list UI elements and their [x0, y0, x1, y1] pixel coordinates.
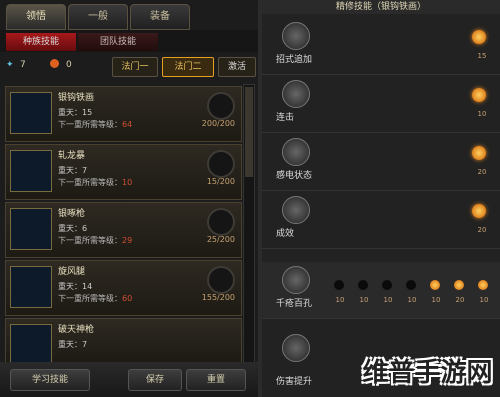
refine-label: 感电状态: [276, 171, 313, 181]
gem-count: 7: [20, 60, 26, 70]
refine-icon: [282, 138, 310, 166]
skill-requirement: 下一重所需等级：29: [58, 236, 133, 245]
skill-row[interactable]: 银啄枪 重天：6 下一重所需等级：29 25/200: [5, 202, 242, 258]
skill-icon: [10, 92, 52, 134]
skill-icon: [10, 150, 52, 192]
skill-level: 重天：14: [58, 282, 93, 291]
learn-skill-button[interactable]: 学习技能: [10, 369, 90, 391]
dot-value: 10: [359, 296, 369, 304]
refine-label: 招式追加: [276, 55, 313, 65]
sun-icon: [472, 88, 486, 102]
skill-row[interactable]: 破天神枪 重天：7: [5, 318, 242, 366]
skill-points: 155/200: [201, 293, 235, 302]
scrollbar[interactable]: [243, 84, 255, 366]
skill-icon: [10, 266, 52, 308]
dot-value: 10: [431, 296, 441, 304]
skill-points: 15/200: [206, 177, 235, 186]
skill-name: 银钩铁画: [58, 93, 95, 103]
sun-icon: [472, 204, 486, 218]
skill-points: 200/200: [201, 119, 235, 128]
dot-value: 10: [479, 296, 489, 304]
upgrade-button[interactable]: [207, 266, 235, 294]
dot-value: 10: [407, 296, 417, 304]
subtab-bar: 种族技能 团队技能: [0, 30, 258, 52]
sun-icon: [472, 146, 486, 160]
subtab-team-skills[interactable]: 团队技能: [78, 33, 158, 51]
sun-icon: [478, 280, 488, 290]
dot-icon: [406, 280, 416, 290]
refine-icon: [282, 22, 310, 50]
refine-icon: [282, 80, 310, 108]
refine-value: 20: [477, 168, 487, 176]
upgrade-button[interactable]: [207, 150, 235, 178]
refine-title: 精修技能（银钩铁画）: [262, 0, 500, 14]
skill-level: 重天：6: [58, 224, 88, 233]
reset-button[interactable]: 重置: [186, 369, 246, 391]
refine-label: 成效: [276, 229, 295, 239]
skill-icon: [10, 208, 52, 250]
sun-icon: [454, 280, 464, 290]
mode-two-button[interactable]: 法门二: [162, 57, 214, 77]
skill-row[interactable]: 旋风腿 重天：14 下一重所需等级：60 155/200: [5, 260, 242, 316]
skill-level: 重天：15: [58, 108, 93, 117]
watermark-logo: 维普手游网: [362, 358, 493, 388]
skill-icon: [10, 324, 52, 366]
dot-value: 20: [455, 296, 465, 304]
sun-icon: [472, 30, 486, 44]
refine-value: 20: [477, 226, 487, 234]
refine-icon: [282, 196, 310, 224]
refine-label: 千疮百孔: [276, 299, 313, 309]
gem-icon: ✦: [6, 60, 14, 70]
activate-button[interactable]: 激活: [218, 57, 256, 77]
stat-row: ✦ 7 0 法门一 法门二 激活: [0, 54, 258, 78]
mode-one-button[interactable]: 法门一: [112, 57, 158, 77]
refine-label: 伤害提升: [276, 377, 313, 387]
skill-name: 轧龙暴: [58, 151, 86, 161]
skill-panel: 领悟 一般 装备 种族技能 团队技能 ✦ 7 0 法门一 法门二 激活 银钩铁画…: [0, 0, 258, 397]
skill-requirement: 下一重所需等级：10: [58, 178, 133, 187]
tab-general[interactable]: 一般: [68, 4, 128, 30]
bottom-bar: 学习技能 保存 重置: [0, 362, 258, 397]
skill-level: 重天：7: [58, 340, 88, 349]
dot-icon: [382, 280, 392, 290]
refine-label: 连击: [276, 113, 295, 123]
refine-value: 15: [477, 52, 487, 60]
dot-icon: [358, 280, 368, 290]
skill-requirement: 下一重所需等级：60: [58, 294, 133, 303]
sun-icon: [430, 280, 440, 290]
tab-equipment[interactable]: 装备: [130, 4, 190, 30]
skill-points: 25/200: [206, 235, 235, 244]
dot-value: 10: [383, 296, 393, 304]
skill-name: 银啄枪: [58, 209, 86, 219]
refine-row[interactable]: 连击 10: [262, 76, 500, 133]
dot-icon: [334, 280, 344, 290]
refine-value: 10: [477, 110, 487, 118]
scroll-thumb[interactable]: [245, 87, 253, 177]
refine-row[interactable]: 千疮百孔 10 10 10 10 10 20 10: [262, 262, 500, 319]
coin-icon: [50, 59, 59, 68]
upgrade-button[interactable]: [207, 208, 235, 236]
refine-row[interactable]: 成效 20: [262, 192, 500, 249]
dot-value: 10: [335, 296, 345, 304]
skill-requirement: 下一重所需等级：64: [58, 120, 133, 129]
skill-row[interactable]: 银钩铁画 重天：15 下一重所需等级：64 200/200: [5, 86, 242, 142]
refine-dots: 10 10 10 10 10 20 10: [330, 280, 500, 310]
refine-icon: [282, 334, 310, 362]
subtab-race-skills[interactable]: 种族技能: [6, 33, 76, 51]
skill-level: 重天：7: [58, 166, 88, 175]
skill-name: 旋风腿: [58, 267, 86, 277]
save-button[interactable]: 保存: [128, 369, 182, 391]
refine-row[interactable]: 招式追加 15: [262, 18, 500, 75]
tab-comprehend[interactable]: 领悟: [6, 4, 66, 30]
coin-count: 0: [66, 60, 72, 70]
upgrade-button[interactable]: [207, 92, 235, 120]
refine-panel: 精修技能（银钩铁画） 招式追加 15 连击 10 感电状态 20 成效 20 千…: [262, 0, 500, 397]
skill-name: 破天神枪: [58, 325, 95, 335]
skill-row[interactable]: 轧龙暴 重天：7 下一重所需等级：10 15/200: [5, 144, 242, 200]
refine-icon: [282, 266, 310, 294]
refine-row[interactable]: 感电状态 20: [262, 134, 500, 191]
